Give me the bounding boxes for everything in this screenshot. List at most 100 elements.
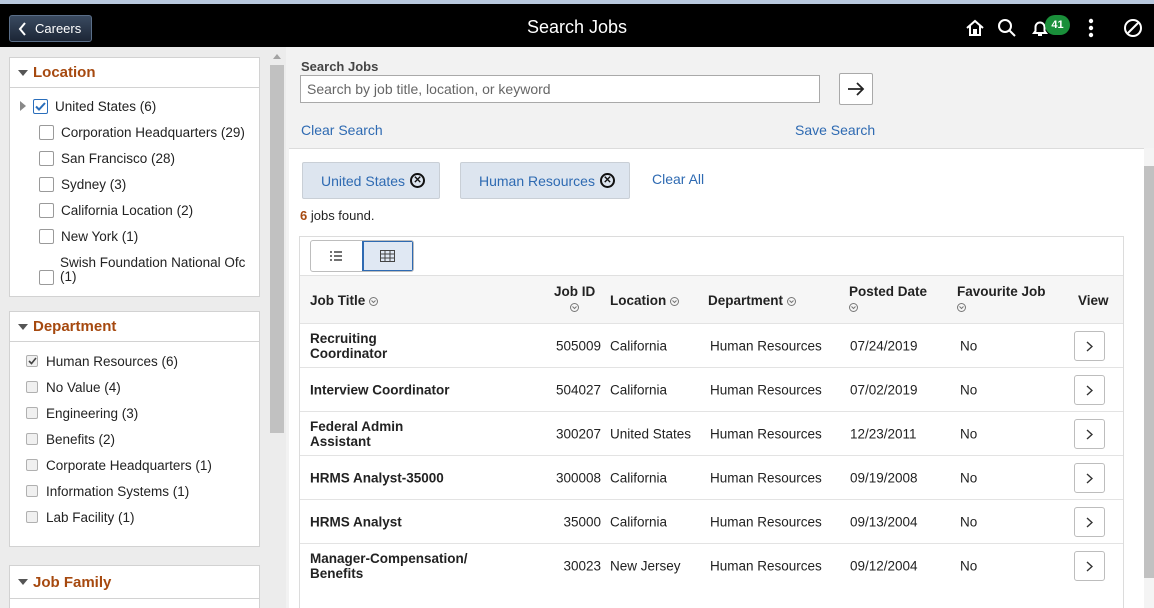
checkbox[interactable] <box>26 381 38 393</box>
view-job-button[interactable] <box>1074 551 1105 581</box>
notification-badge: 41 <box>1045 15 1070 35</box>
view-job-button[interactable] <box>1074 419 1105 449</box>
cell-location: New Jersey <box>610 558 681 573</box>
column-header-posted-date[interactable]: Posted Date <box>849 284 927 314</box>
column-header-job-id[interactable]: Job ID <box>554 284 595 314</box>
view-job-button[interactable] <box>1074 463 1105 493</box>
cell-department: Human Resources <box>710 558 822 573</box>
checkbox[interactable] <box>39 176 54 192</box>
cell-job-title[interactable]: HRMS Analyst-35000 <box>310 470 490 485</box>
cell-location: California <box>610 514 668 529</box>
search-input[interactable] <box>300 75 820 103</box>
facet-item-benefits[interactable]: Benefits (2) <box>10 426 259 452</box>
table-row[interactable]: Recruiting Coordinator 505009 California… <box>300 323 1123 367</box>
list-icon <box>330 251 343 261</box>
checkbox[interactable] <box>39 150 54 166</box>
list-view-button[interactable] <box>311 241 362 271</box>
location-facet-header[interactable]: Location <box>10 58 259 88</box>
search-go-button[interactable] <box>839 73 873 105</box>
scrollbar-thumb[interactable] <box>270 65 284 433</box>
view-job-button[interactable] <box>1074 331 1105 361</box>
checkbox[interactable] <box>39 270 54 285</box>
facet-item-swish-foundation[interactable]: Swish Foundation National Ofc (1) <box>10 249 259 289</box>
view-job-button[interactable] <box>1074 375 1105 405</box>
home-icon[interactable] <box>962 15 988 41</box>
facet-item-label: No Value (4) <box>46 379 121 395</box>
sort-icon <box>570 302 580 312</box>
facet-item-label: Information Systems (1) <box>46 483 190 499</box>
search-icon[interactable] <box>994 15 1020 41</box>
back-to-careers-button[interactable]: Careers <box>9 15 93 42</box>
cell-job-title[interactable]: Manager-Compensation/Benefits <box>310 551 470 581</box>
facet-item-san-francisco[interactable]: San Francisco (28) <box>10 145 259 171</box>
clear-search-link[interactable]: Clear Search <box>301 122 383 138</box>
caret-down-icon <box>18 69 28 76</box>
column-header-department[interactable]: Department <box>708 293 796 308</box>
grid-view-button[interactable] <box>361 241 413 271</box>
scroll-up-arrow-icon[interactable] <box>273 54 281 59</box>
checkbox[interactable] <box>26 485 38 497</box>
checkbox[interactable] <box>26 433 38 445</box>
department-facet-header[interactable]: Department <box>10 312 259 342</box>
checkbox-checked[interactable] <box>26 355 38 367</box>
filter-chip-human-resources[interactable]: Human Resources ✕ <box>460 162 630 199</box>
facet-item-united-states[interactable]: United States (6) <box>10 93 259 119</box>
cell-location: United States <box>610 426 692 441</box>
facet-item-engineering[interactable]: Engineering (3) <box>10 400 259 426</box>
caret-down-icon <box>18 323 28 330</box>
cell-job-title[interactable]: Federal Admin Assistant <box>310 419 430 449</box>
chevron-right-icon <box>1086 428 1093 440</box>
expand-icon[interactable] <box>20 101 26 111</box>
results-scrollbar[interactable] <box>1144 148 1154 608</box>
view-job-button[interactable] <box>1074 507 1105 537</box>
clear-all-link[interactable]: Clear All <box>652 171 704 187</box>
scrollbar-thumb[interactable] <box>1144 166 1154 578</box>
column-header-location[interactable]: Location <box>610 293 680 308</box>
cell-job-title[interactable]: Recruiting Coordinator <box>310 331 450 361</box>
facet-item-california-location[interactable]: California Location (2) <box>10 197 259 223</box>
column-header-job-title[interactable]: Job Title <box>310 293 379 308</box>
table-row[interactable]: HRMS Analyst 35000 California Human Reso… <box>300 499 1123 543</box>
cell-favourite: No <box>960 338 978 353</box>
job-family-facet-header[interactable]: Job Family <box>10 566 259 599</box>
facet-item-label-cont: (1) <box>60 269 77 284</box>
sidebar-scrollbar[interactable] <box>270 51 284 451</box>
main-content: Search Jobs Clear Search Save Search Uni… <box>286 47 1154 608</box>
facet-item-sydney[interactable]: Sydney (3) <box>10 171 259 197</box>
facet-item-human-resources[interactable]: Human Resources (6) <box>10 348 259 374</box>
cell-job-title[interactable]: Interview Coordinator <box>310 382 490 397</box>
jobs-found-suffix: jobs found. <box>307 208 375 223</box>
cell-posted-date: 09/19/2008 <box>850 470 918 485</box>
grid-header: Job Title Job ID Location Department Pos… <box>300 275 1123 323</box>
cell-job-title[interactable]: HRMS Analyst <box>310 514 490 529</box>
checkbox[interactable] <box>39 228 54 244</box>
more-vertical-icon[interactable] <box>1078 15 1104 41</box>
cell-posted-date: 12/23/2011 <box>850 426 917 441</box>
checkbox[interactable] <box>26 511 38 523</box>
facet-item-information-systems[interactable]: Information Systems (1) <box>10 478 259 504</box>
filter-chip-united-states[interactable]: United States ✕ <box>302 162 441 199</box>
checkbox[interactable] <box>26 407 38 419</box>
facet-item-new-york[interactable]: New York (1) <box>10 223 259 249</box>
save-search-link[interactable]: Save Search <box>795 122 875 138</box>
facet-item-corporate-headquarters[interactable]: Corporate Headquarters (1) <box>10 452 259 478</box>
facet-item-corporation-headquarters[interactable]: Corporation Headquarters (29) <box>10 119 259 145</box>
column-header-favourite-job[interactable]: Favourite Job <box>957 284 1046 314</box>
facet-item-lab-facility[interactable]: Lab Facility (1) <box>10 504 259 530</box>
checkbox[interactable] <box>26 459 38 471</box>
caret-down-icon <box>18 579 28 585</box>
table-row[interactable]: Interview Coordinator 504027 California … <box>300 367 1123 411</box>
department-facet-title: Department <box>33 318 117 335</box>
table-row[interactable]: Manager-Compensation/Benefits 30023 New … <box>300 543 1123 587</box>
remove-circle-icon[interactable]: ✕ <box>599 173 615 188</box>
cell-job-id: 30023 <box>563 558 601 573</box>
compass-icon[interactable] <box>1120 15 1146 41</box>
table-row[interactable]: HRMS Analyst-35000 300008 California Hum… <box>300 455 1123 499</box>
table-row[interactable]: Federal Admin Assistant 300207 United St… <box>300 411 1123 455</box>
remove-circle-icon[interactable]: ✕ <box>410 173 426 188</box>
checkbox[interactable] <box>39 124 54 140</box>
cell-posted-date: 09/12/2004 <box>850 558 918 573</box>
checkbox-checked[interactable] <box>33 98 48 114</box>
checkbox[interactable] <box>39 202 54 218</box>
facet-item-no-value[interactable]: No Value (4) <box>10 374 259 400</box>
